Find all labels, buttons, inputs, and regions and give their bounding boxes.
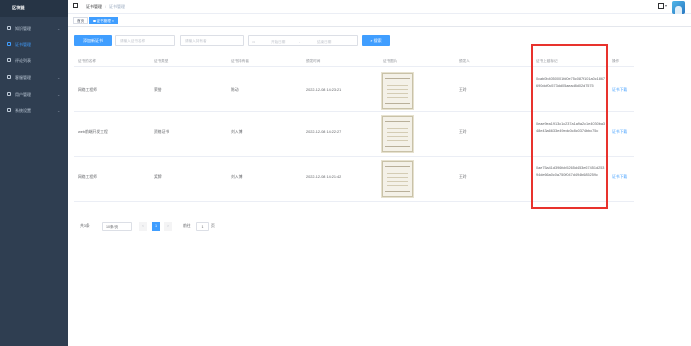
sidebar-item-label: 用户管理 bbox=[15, 92, 31, 97]
breadcrumb-item[interactable]: 证书管理 bbox=[86, 4, 102, 10]
sidebar: 区块链 知识管理 ⌄ 证书管理 评论列表 客服管理 ⌄ 用户管理 ⌄ 系统设置 … bbox=[0, 0, 68, 346]
column-header: 操作 bbox=[612, 59, 620, 63]
screenshot-icon[interactable] bbox=[658, 3, 664, 9]
column-header: 证书持有者 bbox=[231, 59, 249, 63]
cell-time: 2022-12-08 14:23:21 bbox=[306, 88, 342, 92]
cell-name: 网络工程师 bbox=[78, 175, 97, 179]
certificate-name-input[interactable]: 请输入证书名称 bbox=[115, 35, 175, 46]
cell-type: 奖牌 bbox=[154, 175, 162, 179]
certificate-icon bbox=[7, 42, 11, 46]
certificate-image[interactable] bbox=[382, 116, 413, 152]
breadcrumb-separator: / bbox=[105, 4, 107, 9]
sidebar-item-label: 系统设置 bbox=[15, 108, 31, 113]
cell-issuer: 王玲 bbox=[459, 175, 467, 179]
column-header: 颁发人 bbox=[459, 59, 470, 63]
cell-holder: 陈动 bbox=[231, 88, 239, 92]
tag-certificates[interactable]: 证书管理 × bbox=[89, 17, 118, 24]
date-range-picker[interactable]: ▭ 开始日期 - 结束日期 bbox=[248, 35, 358, 46]
date-end: 结束日期 bbox=[317, 39, 332, 44]
next-page-button[interactable]: > bbox=[164, 222, 172, 231]
sidebar-item-label: 客服管理 bbox=[15, 75, 31, 80]
goto-page-value: 1 bbox=[201, 225, 204, 229]
tag-label: 证书管理 bbox=[96, 19, 111, 23]
download-certificate-link[interactable]: 证书下载 bbox=[612, 175, 627, 180]
avatar[interactable] bbox=[672, 1, 685, 14]
column-header: 颁发时间 bbox=[306, 59, 321, 63]
column-header: 证书类型 bbox=[154, 59, 169, 63]
add-certificate-button[interactable]: 添加新证书 bbox=[74, 35, 112, 46]
date-separator: - bbox=[299, 39, 301, 44]
download-certificate-link[interactable]: 证书下载 bbox=[612, 88, 627, 93]
pagination-total: 共3条 bbox=[80, 224, 90, 228]
chevron-down-icon: ⌄ bbox=[57, 74, 61, 80]
comment-icon bbox=[7, 58, 11, 62]
prev-page-button[interactable]: < bbox=[139, 222, 147, 231]
search-button[interactable]: ⌕ 搜索 bbox=[362, 35, 390, 46]
sidebar-item-label: 知识管理 bbox=[15, 26, 31, 31]
active-dot-icon bbox=[93, 19, 96, 22]
holder-input[interactable]: 请输入持有者 bbox=[180, 35, 244, 46]
cell-name: 网络工程师 bbox=[78, 88, 97, 92]
certificate-image[interactable] bbox=[382, 161, 413, 197]
page-size-select[interactable]: 10条/页 bbox=[102, 222, 132, 231]
breadcrumb-item: 证书管理 bbox=[109, 4, 125, 9]
cell-type: 资格证书 bbox=[154, 130, 170, 134]
cell-holder: 刘入博 bbox=[231, 175, 243, 179]
date-start: 开始日期 bbox=[271, 39, 286, 44]
settings-icon bbox=[7, 108, 11, 112]
service-icon bbox=[7, 75, 11, 79]
doc-icon bbox=[7, 26, 11, 30]
search-button-label: 搜索 bbox=[373, 38, 382, 43]
cell-time: 2022-12-08 14:22:27 bbox=[306, 130, 342, 134]
tags-view: 首页 证书管理 × bbox=[68, 14, 691, 27]
top-navbar: 证书管理 / 证书管理 ▾ bbox=[68, 0, 691, 14]
page-size-value: 10条/页 bbox=[106, 225, 119, 229]
sidebar-logo: 区块链 bbox=[0, 0, 68, 17]
column-header: 证书图片 bbox=[383, 59, 398, 63]
sidebar-item-label: 评论列表 bbox=[15, 58, 31, 63]
cell-holder: 刘入博 bbox=[231, 130, 243, 134]
cell-issuer: 王玲 bbox=[459, 88, 467, 92]
app-title: 区块链 bbox=[12, 5, 25, 10]
certificate-image[interactable] bbox=[382, 73, 413, 109]
user-icon bbox=[7, 92, 11, 96]
cell-type: 荣誉 bbox=[154, 88, 162, 92]
tag-home[interactable]: 首页 bbox=[73, 17, 89, 24]
download-certificate-link[interactable]: 证书下载 bbox=[612, 130, 627, 135]
page-number-current[interactable]: 1 bbox=[152, 222, 160, 231]
chevron-down-icon[interactable]: ▾ bbox=[665, 3, 667, 8]
goto-page-input[interactable]: 1 bbox=[196, 222, 209, 231]
cell-issuer: 王玲 bbox=[459, 130, 467, 134]
cell-time: 2022-12-08 14:21:42 bbox=[306, 175, 342, 179]
chevron-down-icon: ⌄ bbox=[57, 91, 61, 97]
highlight-box bbox=[531, 44, 608, 209]
chevron-down-icon: ⌄ bbox=[57, 107, 61, 113]
sidebar-toggle-icon[interactable] bbox=[73, 3, 78, 8]
column-header: 证书的名称 bbox=[78, 59, 96, 63]
sidebar-item-settings[interactable]: 系统设置 ⌄ bbox=[0, 100, 68, 120]
goto-label: 前往 bbox=[183, 224, 191, 228]
calendar-icon: ▭ bbox=[252, 39, 256, 44]
page-suffix: 页 bbox=[211, 224, 215, 228]
cell-name: web前端开发工程 bbox=[78, 130, 108, 134]
sidebar-item-label: 证书管理 bbox=[15, 42, 31, 47]
chevron-down-icon: ⌄ bbox=[57, 25, 61, 31]
